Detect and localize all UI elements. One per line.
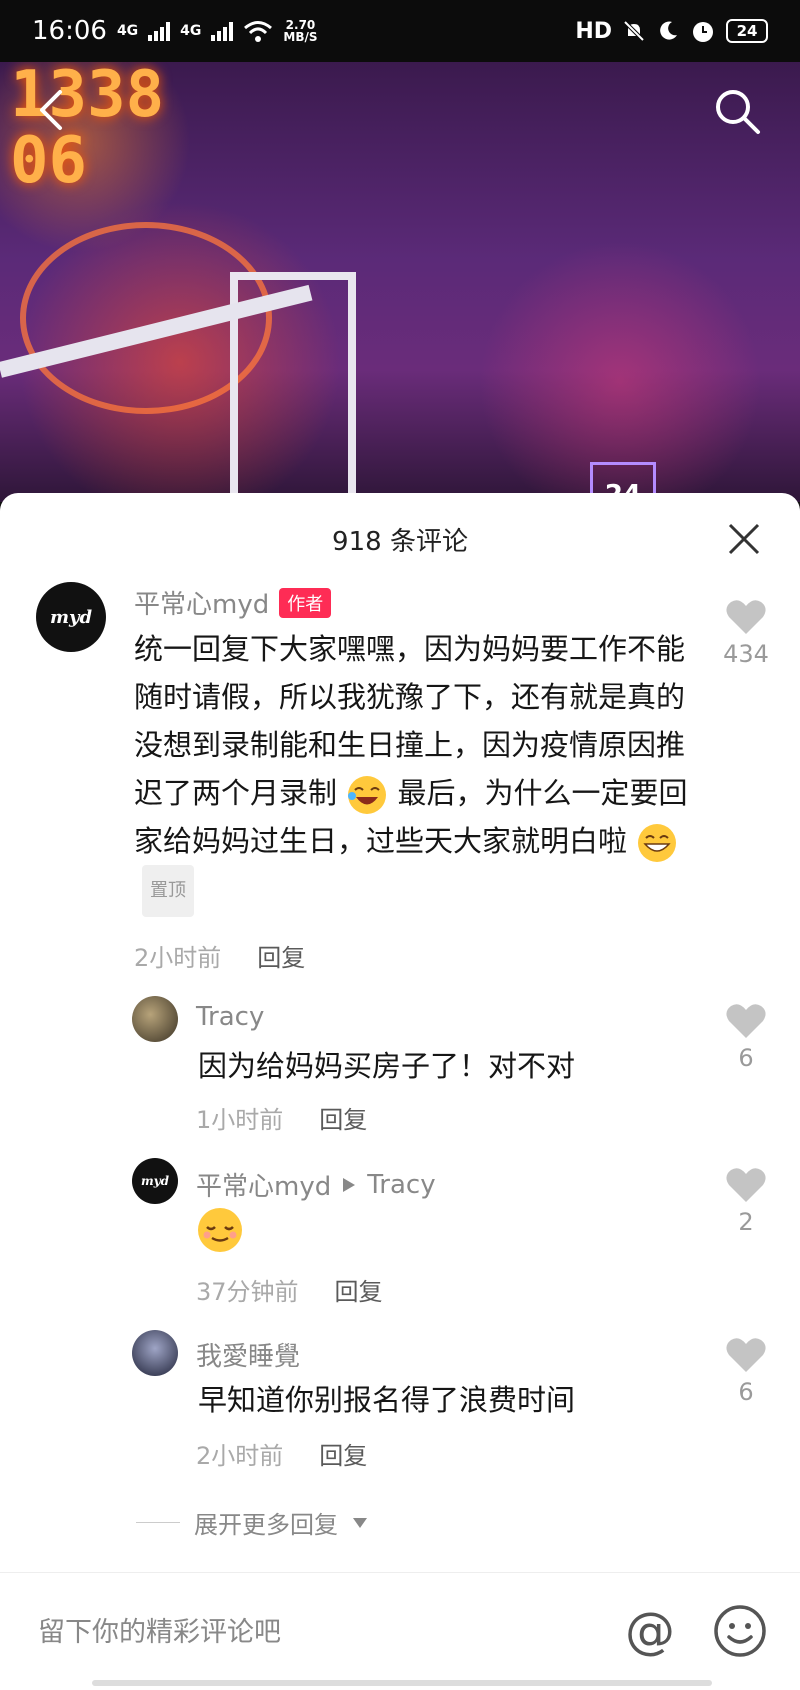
- battery-indicator: 24: [726, 19, 768, 43]
- like-count: 2: [738, 1208, 754, 1236]
- network-type-2: 4G: [180, 23, 202, 39]
- heart-icon: [726, 1004, 766, 1038]
- signal-icon-2: [211, 21, 234, 41]
- reply-time: 1小时前: [196, 1106, 284, 1134]
- comments-count-title: 918 条评论: [332, 527, 468, 557]
- like-button[interactable]: 2: [716, 1166, 776, 1236]
- reply-text: 早知道你别报名得了浪费时间: [198, 1383, 576, 1417]
- wifi-icon: [244, 21, 273, 42]
- caret-down-icon: [353, 1517, 367, 1528]
- reply-author-name[interactable]: 我愛睡覺: [196, 1336, 300, 1373]
- like-button[interactable]: 6: [716, 1336, 776, 1406]
- avatar[interactable]: [132, 996, 178, 1042]
- author-badge: 作者: [279, 587, 332, 618]
- reply-meta: 37分钟前 回复: [196, 1272, 383, 1307]
- avatar[interactable]: myd: [36, 582, 106, 652]
- signal-icon-1: [148, 21, 171, 41]
- video-scoreboard: 1338 06: [10, 62, 165, 198]
- at-mention-button[interactable]: @: [622, 1603, 678, 1659]
- laughing-emoji-icon: [348, 776, 387, 814]
- like-count: 6: [738, 1044, 754, 1072]
- hd-indicator: HD: [575, 18, 612, 44]
- author-name[interactable]: 平常心myd: [134, 584, 269, 621]
- comment-time: 2小时前: [134, 944, 222, 972]
- mute-bell-icon: [623, 20, 645, 42]
- search-icon[interactable]: [712, 86, 762, 136]
- reply-target-name[interactable]: Tracy: [367, 1170, 435, 1200]
- reply-button[interactable]: 回复: [319, 1100, 367, 1135]
- smiling-emoji-icon: [198, 1208, 242, 1252]
- like-button[interactable]: 434: [716, 598, 776, 668]
- status-bar: 16:06 4G 4G 2.70 MB/S HD 24: [0, 0, 800, 62]
- reply-time: 2小时前: [196, 1442, 284, 1470]
- moon-icon: [660, 21, 677, 40]
- grinning-emoji-icon: [638, 824, 677, 862]
- comment-text: 统一回复下大家嘿嘿，因为妈妈要工作不能随时请假，所以我犹豫了下，还有就是真的没想…: [134, 625, 694, 917]
- network-speed: 2.70 MB/S: [283, 18, 318, 44]
- expand-more-replies[interactable]: 展开更多回复: [136, 1505, 368, 1540]
- network-type-1: 4G: [116, 23, 139, 39]
- comment-input[interactable]: [36, 1603, 580, 1661]
- reply-author[interactable]: 我愛睡覺: [196, 1336, 300, 1373]
- heart-icon: [726, 600, 766, 634]
- comment-author[interactable]: 平常心myd 作者: [134, 584, 332, 621]
- reply-author[interactable]: 平常心myd Tracy: [196, 1166, 436, 1203]
- alarm-icon: [693, 22, 713, 42]
- pinned-tag: 置顶: [142, 865, 194, 917]
- reply-meta: 1小时前 回复: [196, 1100, 367, 1135]
- like-button[interactable]: 6: [716, 1002, 776, 1072]
- avatar[interactable]: [132, 1330, 178, 1376]
- reply-author[interactable]: Tracy: [196, 1002, 264, 1032]
- like-count: 434: [723, 640, 769, 668]
- emoji-picker-icon[interactable]: [712, 1603, 768, 1659]
- back-arrow-icon[interactable]: [30, 88, 74, 132]
- reply-author-name[interactable]: 平常心myd: [196, 1166, 331, 1203]
- heart-icon: [726, 1168, 766, 1202]
- reply-time: 37分钟前: [196, 1278, 299, 1306]
- divider: [136, 1522, 180, 1523]
- heart-icon: [726, 1338, 766, 1372]
- close-icon[interactable]: [726, 521, 762, 557]
- reply-button[interactable]: 回复: [257, 938, 305, 973]
- clock: 16:06: [32, 16, 107, 46]
- comment-input-bar: @: [0, 1572, 800, 1690]
- play-triangle-icon: [343, 1177, 356, 1192]
- reply-meta: 2小时前 回复: [196, 1436, 367, 1471]
- home-indicator: [92, 1680, 712, 1686]
- comment-meta: 2小时前 回复: [134, 938, 305, 973]
- video-background: 1338 06 24: [0, 62, 800, 502]
- reply-text: 因为给妈妈买房子了！对不对: [198, 1049, 576, 1083]
- reply-button[interactable]: 回复: [335, 1272, 383, 1307]
- reply-button[interactable]: 回复: [319, 1436, 367, 1471]
- reply-author-name[interactable]: Tracy: [196, 1002, 264, 1032]
- like-count: 6: [738, 1378, 754, 1406]
- avatar[interactable]: myd: [132, 1158, 178, 1204]
